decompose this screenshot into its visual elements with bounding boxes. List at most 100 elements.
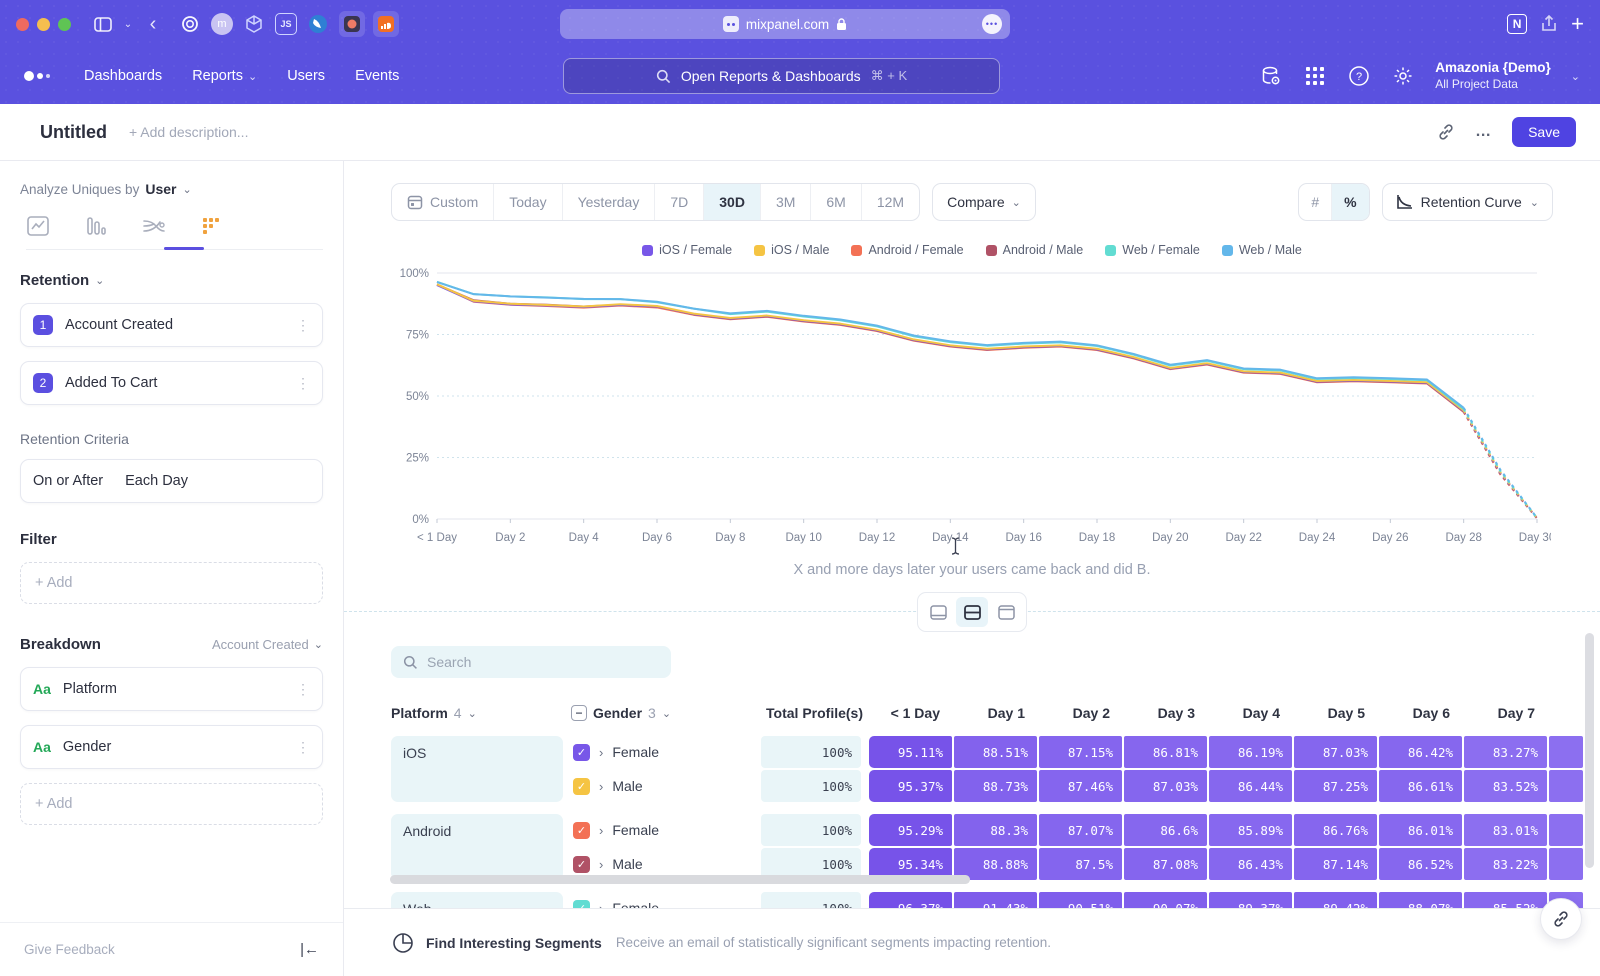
- gender-cell[interactable]: ✓›Female: [571, 736, 761, 768]
- retention-value-cell[interactable]: 87.03%: [1124, 770, 1207, 802]
- criteria-interval[interactable]: Each Day: [125, 473, 188, 489]
- retention-value-cell[interactable]: 86.81%: [1124, 736, 1207, 768]
- retention-value-cell[interactable]: 95.37%: [869, 770, 952, 802]
- day-column-header[interactable]: Day 1: [954, 705, 1039, 721]
- platform-column-header[interactable]: Platform 4 ⌄: [391, 705, 571, 721]
- retention-value-cell[interactable]: 83.01%: [1464, 814, 1547, 846]
- legend-item[interactable]: Web / Female: [1105, 243, 1200, 257]
- day-column-header[interactable]: Day 2: [1039, 705, 1124, 721]
- retention-value-cell[interactable]: 86.43%: [1209, 848, 1292, 880]
- retention-value-cell[interactable]: 88.73%: [954, 770, 1037, 802]
- save-button[interactable]: Save: [1512, 117, 1576, 147]
- split-view-button[interactable]: [956, 597, 988, 627]
- chart-only-view-button[interactable]: [922, 597, 954, 627]
- copy-link-icon[interactable]: [1437, 123, 1455, 141]
- series-line-incomplete[interactable]: [1464, 408, 1537, 518]
- retention-value-cell[interactable]: 87.15%: [1039, 736, 1122, 768]
- tab-flows-icon[interactable]: [142, 215, 166, 237]
- day-column-header[interactable]: Day 5: [1294, 705, 1379, 721]
- table-search-input[interactable]: Search: [391, 646, 671, 678]
- back-button[interactable]: ‹: [139, 10, 167, 38]
- range-custom[interactable]: Custom: [392, 184, 494, 220]
- breakdown-gender[interactable]: Aa Gender ⋮: [20, 725, 323, 769]
- range-today[interactable]: Today: [494, 184, 562, 220]
- tab-list-chevron-icon[interactable]: ⌄: [121, 10, 135, 38]
- maximize-window-button[interactable]: [58, 18, 71, 31]
- retention-value-cell[interactable]: 87.14%: [1294, 848, 1377, 880]
- retention-value-cell[interactable]: 86.44%: [1209, 770, 1292, 802]
- retention-section-label[interactable]: Retention: [20, 272, 89, 289]
- apps-grid-icon[interactable]: [1303, 64, 1327, 88]
- retention-value-cell[interactable]: 83.52%: [1464, 770, 1547, 802]
- add-breakdown-button[interactable]: + Add: [20, 783, 323, 825]
- retention-value-cell[interactable]: 87.46%: [1039, 770, 1122, 802]
- add-description-field[interactable]: + Add description...: [129, 124, 248, 140]
- tab-retention-icon[interactable]: [200, 215, 224, 237]
- retention-value-cell[interactable]: 95.11%: [869, 736, 952, 768]
- series-line[interactable]: [437, 285, 1464, 411]
- expand-chevron-icon[interactable]: ›: [599, 823, 603, 838]
- breakdown-platform[interactable]: Aa Platform ⋮: [20, 667, 323, 711]
- legend-item[interactable]: Web / Male: [1222, 243, 1302, 257]
- retention-step-a[interactable]: 1 Account Created ⋮: [20, 303, 323, 347]
- help-icon[interactable]: ?: [1347, 64, 1371, 88]
- compare-button[interactable]: Compare ⌄: [932, 183, 1036, 221]
- day-column-header[interactable]: Day 4: [1209, 705, 1294, 721]
- tab-funnels-icon[interactable]: [84, 215, 108, 237]
- format-number-button[interactable]: #: [1299, 184, 1332, 220]
- range-6m[interactable]: 6M: [811, 184, 861, 220]
- day-column-header[interactable]: Day 3: [1124, 705, 1209, 721]
- retention-value-cell[interactable]: 86.42%: [1379, 736, 1462, 768]
- share-icon[interactable]: [1541, 15, 1557, 33]
- gender-cell[interactable]: ✓›Female: [571, 814, 761, 846]
- retention-value-cell[interactable]: 86.76%: [1294, 814, 1377, 846]
- retention-value-cell[interactable]: 86.52%: [1379, 848, 1462, 880]
- extension-target-icon[interactable]: [177, 11, 203, 37]
- legend-item[interactable]: iOS / Female: [642, 243, 732, 257]
- nav-item-users[interactable]: Users: [287, 68, 325, 84]
- select-all-checkbox[interactable]: −: [571, 705, 587, 721]
- range-yesterday[interactable]: Yesterday: [563, 184, 656, 220]
- more-options-button[interactable]: …: [1475, 123, 1492, 141]
- retention-value-cell-clipped[interactable]: [1549, 814, 1583, 846]
- collapse-sidebar-button[interactable]: |←: [300, 941, 319, 958]
- give-feedback-link[interactable]: Give Feedback: [24, 942, 115, 957]
- extension-js-icon[interactable]: JS: [275, 13, 297, 35]
- day-column-header[interactable]: < 1 Day: [869, 705, 954, 721]
- nav-item-events[interactable]: Events: [355, 68, 399, 84]
- series-checkbox[interactable]: ✓: [573, 744, 590, 761]
- tab-insights-icon[interactable]: [26, 215, 50, 237]
- add-filter-button[interactable]: + Add: [20, 562, 323, 604]
- notion-extension-icon[interactable]: N: [1507, 14, 1527, 34]
- retention-value-cell[interactable]: 83.22%: [1464, 848, 1547, 880]
- report-title[interactable]: Untitled: [40, 122, 107, 143]
- nav-item-dashboards[interactable]: Dashboards: [84, 68, 162, 84]
- legend-item[interactable]: Android / Female: [851, 243, 963, 257]
- retention-value-cell[interactable]: 85.89%: [1209, 814, 1292, 846]
- series-line-incomplete[interactable]: [1464, 409, 1537, 518]
- retention-value-cell[interactable]: 87.03%: [1294, 736, 1377, 768]
- retention-value-cell[interactable]: 87.25%: [1294, 770, 1377, 802]
- retention-value-cell[interactable]: 88.51%: [954, 736, 1037, 768]
- extension-soundcloud-icon[interactable]: [373, 11, 399, 37]
- retention-value-cell[interactable]: 95.29%: [869, 814, 952, 846]
- step-options-button[interactable]: ⋮: [296, 317, 310, 334]
- window-controls[interactable]: [16, 18, 71, 31]
- format-percent-button[interactable]: %: [1332, 184, 1368, 220]
- settings-gear-icon[interactable]: [1391, 64, 1415, 88]
- retention-value-cell-clipped[interactable]: [1549, 770, 1583, 802]
- analyze-entity-select[interactable]: User: [145, 181, 176, 197]
- gender-cell[interactable]: ✓›Male: [571, 770, 761, 802]
- table-only-view-button[interactable]: [990, 597, 1022, 627]
- expand-chevron-icon[interactable]: ›: [599, 779, 603, 794]
- legend-item[interactable]: Android / Male: [986, 243, 1084, 257]
- series-checkbox[interactable]: ✓: [573, 822, 590, 839]
- extension-cube-icon[interactable]: [241, 11, 267, 37]
- range-30d[interactable]: 30D: [704, 184, 761, 220]
- total-profiles-column-header[interactable]: Total Profile(s): [761, 705, 869, 721]
- range-12m[interactable]: 12M: [862, 184, 919, 220]
- retention-value-cell[interactable]: 86.19%: [1209, 736, 1292, 768]
- project-switcher[interactable]: Amazonia {Demo} All Project Data: [1435, 60, 1551, 92]
- global-search[interactable]: Open Reports & Dashboards ⌘ + K: [563, 58, 1000, 94]
- series-line[interactable]: [437, 285, 1464, 412]
